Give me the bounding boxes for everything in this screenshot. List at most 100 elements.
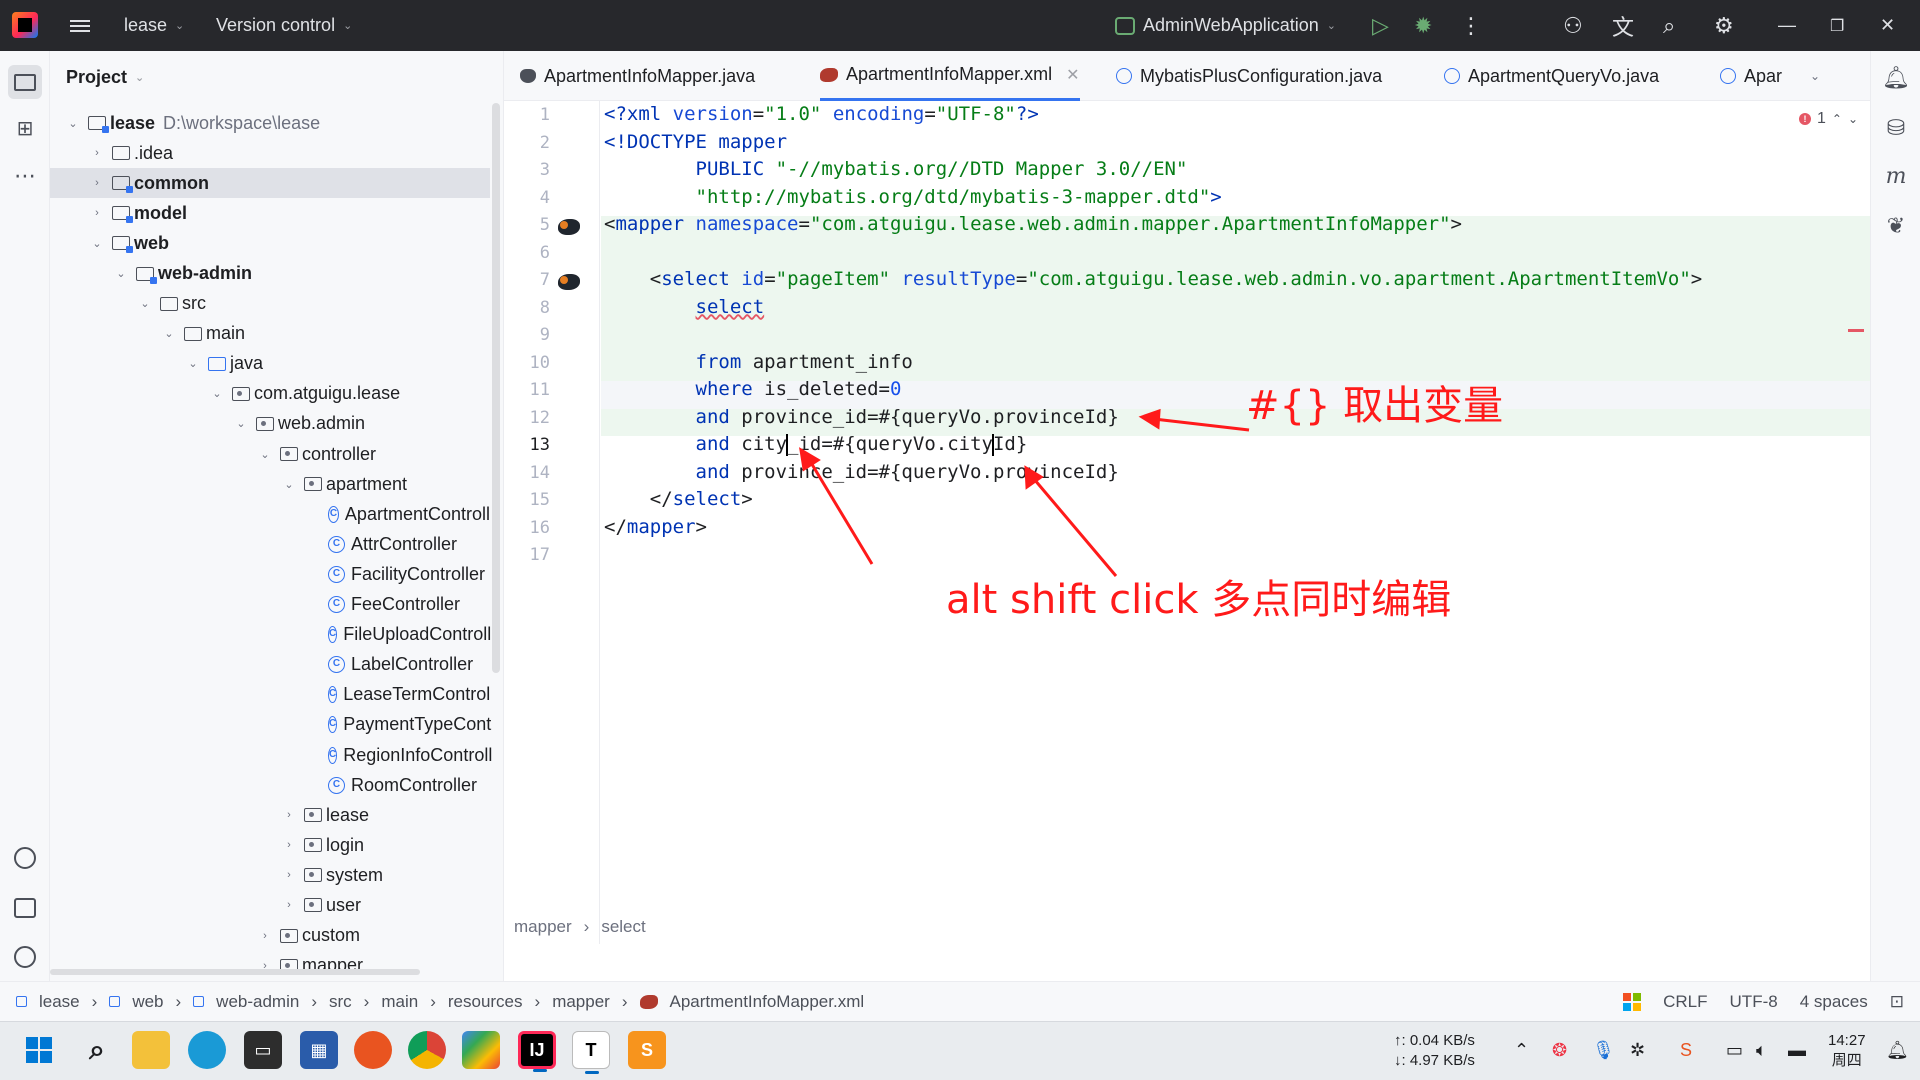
nav-item[interactable]: ApartmentInfoMapper.xml	[670, 992, 865, 1012]
tree-item-web[interactable]: ⌄ web	[50, 228, 490, 258]
store-icon[interactable]: ▦	[300, 1031, 338, 1069]
tree-item-class[interactable]: C LabelController	[50, 650, 490, 680]
nav-item[interactable]: resources	[448, 992, 523, 1012]
tree-item-class[interactable]: C FacilityController	[50, 559, 490, 589]
chrome-icon[interactable]	[408, 1031, 446, 1069]
previous-highlight-icon[interactable]: ⌃	[1832, 112, 1842, 126]
next-highlight-icon[interactable]: ⌄	[1848, 112, 1858, 126]
tree-item-class[interactable]: C LeaseTermControl	[50, 680, 490, 710]
minimize-window-icon[interactable]: —	[1778, 0, 1796, 51]
collapse-arrow-icon[interactable]: ›	[282, 899, 296, 911]
maven-icon[interactable]: m	[1883, 163, 1909, 189]
tree-item-package[interactable]: › lease	[50, 800, 490, 830]
microphone-icon[interactable]: 🎙︎	[1592, 1040, 1615, 1061]
collapse-arrow-icon[interactable]: ›	[282, 839, 296, 851]
code-line-current[interactable]: and city_id=#{queryVo.cityId}	[604, 431, 1027, 459]
code-line[interactable]: select	[604, 294, 765, 322]
expand-arrow-icon[interactable]: ⌄	[162, 327, 176, 340]
tab-apar-truncated[interactable]: Apar	[1720, 51, 1782, 101]
tree-item-class[interactable]: C AttrController	[50, 529, 490, 559]
intellij-taskbar-icon[interactable]: IJ	[518, 1031, 556, 1072]
breadcrumb-item[interactable]: mapper	[514, 917, 572, 937]
spring-icon[interactable]: ❦	[1883, 213, 1909, 239]
expand-arrow-icon[interactable]: ⌄	[138, 297, 152, 310]
tree-item-src[interactable]: ⌄ src	[50, 289, 490, 319]
clock[interactable]: 14:27 周四	[1828, 1031, 1866, 1071]
breadcrumb-item[interactable]: select	[601, 917, 645, 937]
file-explorer-icon[interactable]	[132, 1031, 170, 1069]
collapse-arrow-icon[interactable]: ›	[282, 809, 296, 821]
tree-item-class[interactable]: C RoomController	[50, 770, 490, 800]
tree-item-package[interactable]: › custom	[50, 921, 490, 951]
volume-icon[interactable]: 🔈︎	[1756, 1040, 1767, 1061]
add-user-icon[interactable]: ⚇	[1563, 0, 1583, 51]
expand-arrow-icon[interactable]: ⌄	[282, 478, 296, 491]
tree-item-package-lease[interactable]: ⌄ com.atguigu.lease	[50, 379, 490, 409]
expand-arrow-icon[interactable]: ⌄	[234, 417, 248, 430]
windows-logo-icon[interactable]	[1623, 992, 1642, 1011]
tree-item-package[interactable]: › system	[50, 860, 490, 890]
mybatis-navigate-icon[interactable]	[558, 274, 580, 290]
translate-icon[interactable]: 文	[1612, 0, 1634, 51]
tab-mybatis-plus-configuration[interactable]: MybatisPlusConfiguration.java	[1116, 51, 1382, 101]
tab-apartment-info-mapper-xml[interactable]: ApartmentInfoMapper.xml ✕	[820, 51, 1080, 101]
expand-arrow-icon[interactable]: ⌄	[66, 117, 80, 130]
problems-icon[interactable]	[12, 944, 38, 970]
intellij-logo-icon[interactable]	[12, 12, 38, 38]
tree-item-class[interactable]: C FeeController	[50, 590, 490, 620]
project-switcher[interactable]: lease ⌄	[124, 0, 184, 51]
tree-item-class[interactable]: C PaymentTypeCont	[50, 710, 491, 740]
collapse-arrow-icon[interactable]: ›	[90, 147, 104, 159]
tab-apartment-info-mapper-java[interactable]: ApartmentInfoMapper.java	[520, 51, 755, 101]
code-line[interactable]: and province_id=#{queryVo.provinceId}	[604, 459, 1119, 487]
tray-app-icon[interactable]: S	[1680, 1040, 1692, 1061]
line-separator-widget[interactable]: CRLF	[1663, 992, 1707, 1012]
mybatis-navigate-icon[interactable]	[558, 219, 580, 235]
run-icon[interactable]: ▷	[1372, 0, 1389, 51]
code-line[interactable]: <mapper namespace="com.atguigu.lease.web…	[604, 211, 1462, 239]
code-line[interactable]: "http://mybatis.org/dtd/mybatis-3-mapper…	[604, 184, 1222, 212]
horizontal-scrollbar[interactable]	[50, 969, 420, 975]
structure-tool-icon[interactable]: ⊞	[12, 115, 38, 141]
expand-arrow-icon[interactable]: ⌄	[258, 448, 272, 461]
edge-browser-icon[interactable]	[188, 1031, 226, 1069]
nav-item[interactable]: mapper	[552, 992, 610, 1012]
tree-item-class[interactable]: C FileUploadControll	[50, 620, 491, 650]
indent-widget[interactable]: 4 spaces	[1800, 992, 1868, 1012]
expand-arrow-icon[interactable]: ⌄	[114, 267, 128, 280]
colorful-app-icon[interactable]	[462, 1031, 500, 1069]
services-icon[interactable]	[12, 845, 38, 871]
vertical-scrollbar[interactable]	[492, 103, 500, 673]
collapse-arrow-icon[interactable]: ›	[258, 930, 272, 942]
tree-item-main[interactable]: ⌄ main	[50, 319, 490, 349]
main-menu-icon[interactable]	[70, 0, 92, 51]
project-view-selector[interactable]: Project ⌄	[66, 67, 144, 88]
tree-item-package[interactable]: › user	[50, 890, 490, 920]
battery-icon[interactable]: ▬	[1788, 1040, 1806, 1061]
code-line[interactable]: <select id="pageItem" resultType="com.at…	[604, 266, 1703, 294]
project-tool-icon[interactable]	[8, 65, 42, 99]
inspection-widget[interactable]: ! 1 ⌃ ⌄	[1798, 110, 1858, 128]
code-line[interactable]: where is_deleted=0	[604, 376, 902, 404]
tree-item-controller[interactable]: ⌄ controller	[50, 439, 490, 469]
database-icon[interactable]: ⛁	[1883, 115, 1909, 141]
tray-app-icon[interactable]: ✲	[1630, 1040, 1645, 1061]
code-line[interactable]: </mapper>	[604, 514, 707, 542]
typora-icon[interactable]: T	[572, 1031, 610, 1074]
debug-icon[interactable]: ✹	[1414, 0, 1432, 51]
tray-app-icon[interactable]: ❂	[1552, 1040, 1567, 1061]
code-line[interactable]: and province_id=#{queryVo.provinceId}	[604, 404, 1119, 432]
nav-item[interactable]: main	[381, 992, 418, 1012]
tree-item-package[interactable]: › login	[50, 830, 490, 860]
expand-arrow-icon[interactable]: ⌄	[210, 387, 224, 400]
tree-item-package[interactable]: › mapper	[50, 951, 490, 981]
code-line[interactable]: PUBLIC "-//mybatis.org//DTD Mapper 3.0//…	[604, 156, 1188, 184]
tree-item-common[interactable]: › common	[50, 168, 490, 199]
more-tools-icon[interactable]: ⋯	[12, 163, 38, 189]
run-configuration-selector[interactable]: AdminWebApplication ⌄	[1115, 0, 1336, 51]
tree-item-java[interactable]: ⌄ java	[50, 349, 490, 379]
version-control-menu[interactable]: Version control ⌄	[216, 0, 352, 51]
windows-start-icon[interactable]	[20, 1031, 58, 1069]
tray-overflow-chevron-icon[interactable]: ⌃	[1514, 1040, 1529, 1061]
expand-arrow-icon[interactable]: ⌄	[90, 237, 104, 250]
